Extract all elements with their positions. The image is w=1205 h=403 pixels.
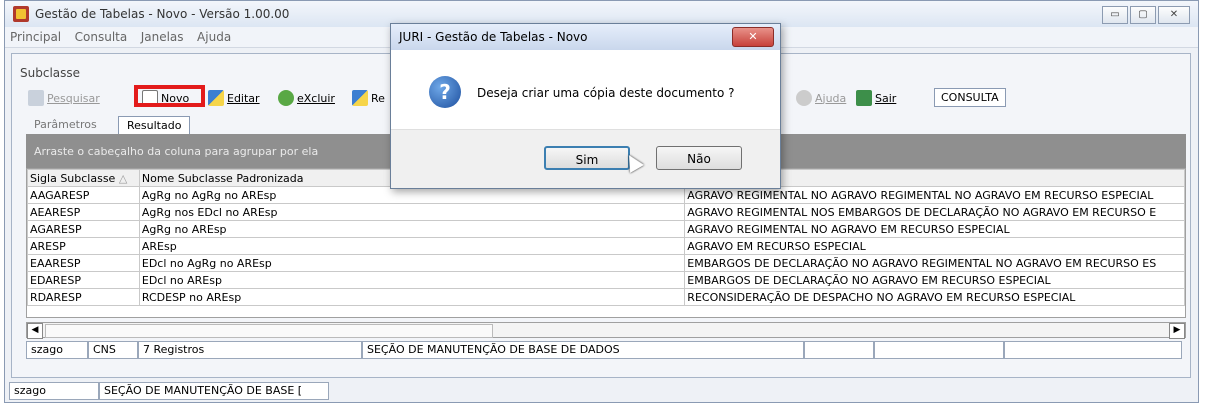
form-status-bar: szago CNS 7 Registros SEÇÃO DE MANUTENÇÃ… [26, 341, 1186, 359]
column-sigla-label: Sigla Subclasse [30, 171, 116, 185]
cell-sigla: EAARESP [27, 254, 140, 272]
cell-sigla: EDARESP [27, 271, 140, 289]
dialog-close-button[interactable]: ✕ [732, 27, 774, 47]
table-row[interactable]: AEARESP AgRg nos EDcl no AREsp AGRAVO RE… [27, 203, 1185, 221]
cell-sigla: ARESP [27, 237, 140, 255]
cell-descricao: AGRAVO REGIMENTAL NOS EMBARGOS DE DECLAR… [684, 203, 1185, 221]
app-status-section: SEÇÃO DE MANUTENÇÃO DE BASE [ [99, 382, 329, 400]
horizontal-scrollbar[interactable]: ◀ ▶ [26, 322, 1186, 339]
cell-nome: AgRg no AREsp [138, 220, 686, 238]
app-icon [13, 6, 29, 22]
report-icon [352, 90, 368, 106]
cell-nome: EDcl no AgRg no AREsp [138, 254, 686, 272]
status-empty-2 [874, 341, 1004, 359]
confirm-dialog: JURI - Gestão de Tabelas - Novo ✕ ? Dese… [390, 23, 781, 189]
status-user: szago [26, 341, 88, 359]
cell-nome: AgRg no AgRg no AREsp [138, 186, 686, 204]
menu-principal[interactable]: Principal [5, 27, 66, 47]
table-row[interactable]: AAGARESP AgRg no AgRg no AREsp AGRAVO RE… [27, 186, 1185, 204]
cell-descricao: AGRAVO REGIMENTAL NO AGRAVO EM RECURSO E… [684, 220, 1185, 238]
editar-button[interactable]: Editar [208, 88, 260, 108]
cell-descricao: AGRAVO EM RECURSO ESPECIAL [684, 237, 1185, 255]
edit-icon [208, 90, 224, 106]
cell-descricao: RECONSIDERAÇÃO DE DESPACHO NO AGRAVO EM … [684, 288, 1185, 306]
table-row[interactable]: AGARESP AgRg no AREsp AGRAVO REGIMENTAL … [27, 220, 1185, 238]
ajuda-label: Ajuda [815, 91, 847, 105]
dialog-title: JURI - Gestão de Tabelas - Novo [399, 30, 588, 44]
table-row[interactable]: EAARESP EDcl no AgRg no AREsp EMBARGOS D… [27, 254, 1185, 272]
group-hint: Arraste o cabeçalho da coluna para agrup… [34, 145, 319, 158]
highlight-box [134, 85, 205, 107]
scroll-left-icon[interactable]: ◀ [27, 323, 43, 339]
question-icon: ? [429, 76, 461, 108]
delete-icon [278, 90, 294, 106]
nao-button[interactable]: Não [656, 146, 742, 170]
menu-janelas[interactable]: Janelas [136, 27, 189, 47]
close-window-button[interactable]: ✕ [1158, 6, 1190, 24]
dialog-body: ? Deseja criar uma cópia deste documento… [397, 54, 774, 130]
menu-consulta[interactable]: Consulta [70, 27, 133, 47]
window-controls: ▭ ▢ ✕ [1102, 6, 1190, 24]
cell-descricao: EMBARGOS DE DECLARAÇÃO NO AGRAVO REGIMEN… [684, 254, 1185, 272]
cell-sigla: RDARESP [27, 288, 140, 306]
pesquisar-button[interactable]: Pesquisar [28, 88, 100, 108]
cell-nome: EDcl no AREsp [138, 271, 686, 289]
status-code: CNS [88, 341, 138, 359]
relatorio-label: Re [371, 91, 385, 105]
cell-nome: AgRg nos EDcl no AREsp [138, 203, 686, 221]
scroll-right-icon[interactable]: ▶ [1169, 323, 1185, 339]
sair-label: Sair [875, 91, 897, 105]
status-records: 7 Registros [138, 341, 362, 359]
results-table: Sigla Subclasse △ Nome Subclasse Padroni… [27, 169, 1185, 306]
dialog-title-bar: JURI - Gestão de Tabelas - Novo ✕ [391, 24, 780, 50]
search-icon [28, 90, 44, 106]
cell-sigla: AGARESP [27, 220, 140, 238]
table-row[interactable]: RDARESP RCDESP no AREsp RECONSIDERAÇÃO D… [27, 288, 1185, 306]
pesquisar-label: Pesquisar [47, 91, 100, 105]
table-row[interactable]: EDARESP EDcl no AREsp EMBARGOS DE DECLAR… [27, 271, 1185, 289]
status-section: SEÇÃO DE MANUTENÇÃO DE BASE DE DADOS [362, 341, 804, 359]
table-row[interactable]: ARESP AREsp AGRAVO EM RECURSO ESPECIAL [27, 237, 1185, 255]
cell-descricao: AGRAVO REGIMENTAL NO AGRAVO REGIMENTAL N… [684, 186, 1185, 204]
app-status-user: szago [9, 382, 99, 400]
cell-descricao: EMBARGOS DE DECLARAÇÃO NO AGRAVO EM RECU… [684, 271, 1185, 289]
mode-indicator: CONSULTA [934, 88, 1006, 107]
relatorio-button[interactable]: Re [352, 88, 385, 108]
dialog-message: Deseja criar uma cópia deste documento ? [477, 86, 735, 100]
excluir-label: eXcluir [297, 91, 335, 105]
help-icon [796, 90, 812, 106]
results-grid: Sigla Subclasse △ Nome Subclasse Padroni… [26, 168, 1186, 318]
cell-sigla: AEARESP [27, 203, 140, 221]
minimize-button[interactable]: ▭ [1102, 6, 1128, 24]
status-empty-1 [804, 341, 874, 359]
app-status-bar: szago SEÇÃO DE MANUTENÇÃO DE BASE [ [9, 382, 329, 400]
form-title: Subclasse [20, 66, 81, 80]
menu-ajuda[interactable]: Ajuda [192, 27, 236, 47]
column-sigla[interactable]: Sigla Subclasse △ [27, 169, 140, 187]
maximize-button[interactable]: ▢ [1130, 6, 1156, 24]
window-title: Gestão de Tabelas - Novo - Versão 1.00.0… [35, 7, 290, 21]
scroll-thumb[interactable] [45, 324, 493, 338]
dialog-footer: Sim Não [391, 129, 780, 188]
tab-resultado[interactable]: Resultado [118, 116, 191, 135]
ajuda-button[interactable]: Ajuda [796, 88, 846, 108]
status-empty-3 [1004, 341, 1182, 359]
tab-parametros[interactable]: Parâmetros [26, 116, 105, 134]
sair-button[interactable]: Sair [856, 88, 896, 108]
exit-icon [856, 90, 872, 106]
excluir-button[interactable]: eXcluir [278, 88, 335, 108]
cell-nome: RCDESP no AREsp [138, 288, 686, 306]
cell-sigla: AAGARESP [27, 186, 140, 204]
editar-label: Editar [227, 91, 260, 105]
cell-nome: AREsp [138, 237, 686, 255]
sim-button[interactable]: Sim [544, 146, 630, 170]
sort-asc-icon: △ [118, 171, 128, 185]
